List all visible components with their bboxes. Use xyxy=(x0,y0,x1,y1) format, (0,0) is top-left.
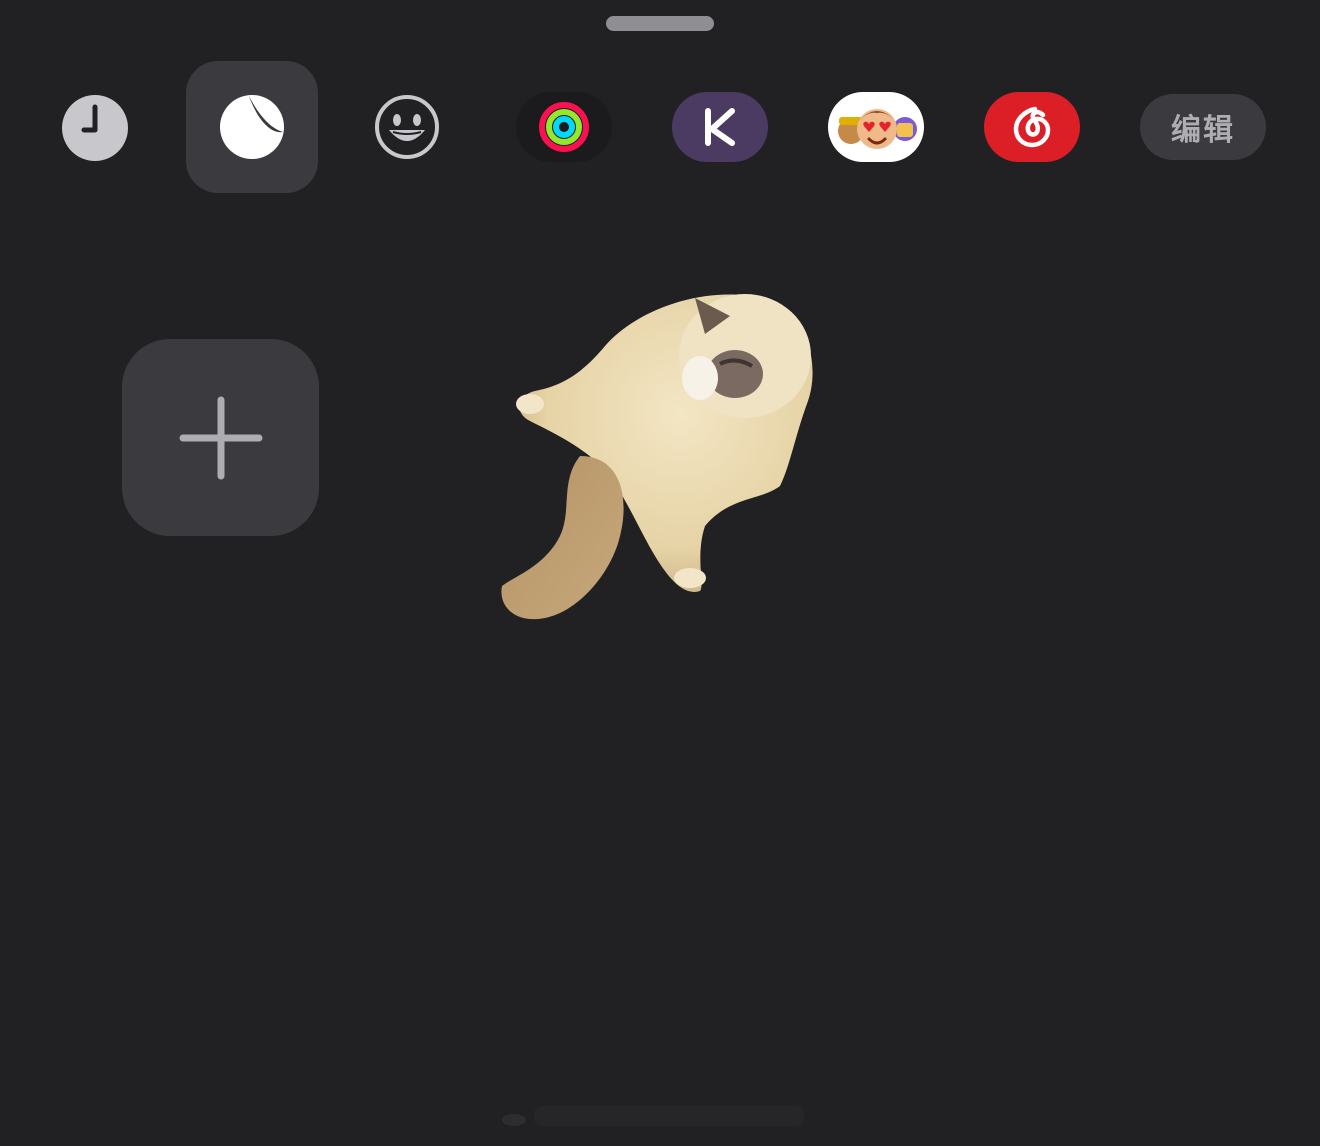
keep-k-icon xyxy=(705,108,735,146)
sleep-app-button[interactable] xyxy=(186,61,318,193)
memoji-stickers-icon xyxy=(838,109,917,149)
activity-app-button[interactable] xyxy=(516,92,612,162)
memoji-app-button[interactable] xyxy=(828,92,924,162)
plus-icon xyxy=(179,396,262,479)
activity-rings-icon xyxy=(539,102,589,152)
keep-app-button[interactable] xyxy=(672,92,768,162)
sticker-app-row: 编辑 xyxy=(0,60,1320,194)
netease-cloud-music-icon xyxy=(1013,106,1051,148)
sticker-drawer-screen: 编辑 xyxy=(0,0,1320,1146)
cat-sticker-image[interactable] xyxy=(490,286,820,626)
sleep-moon-icon xyxy=(220,95,284,159)
clock-icon xyxy=(81,104,98,133)
smiley-face-icon xyxy=(375,95,439,159)
add-sticker-button[interactable] xyxy=(122,339,319,536)
edit-button-label: 编辑 xyxy=(1171,113,1235,148)
blurred-caption-decoration xyxy=(502,1106,804,1126)
emoji-app-button[interactable] xyxy=(374,94,440,160)
netease-music-app-button[interactable] xyxy=(984,92,1080,162)
drawer-grabber-handle[interactable] xyxy=(606,16,714,31)
clock-app-button[interactable] xyxy=(62,95,128,161)
edit-button[interactable]: 编辑 xyxy=(1140,94,1266,160)
